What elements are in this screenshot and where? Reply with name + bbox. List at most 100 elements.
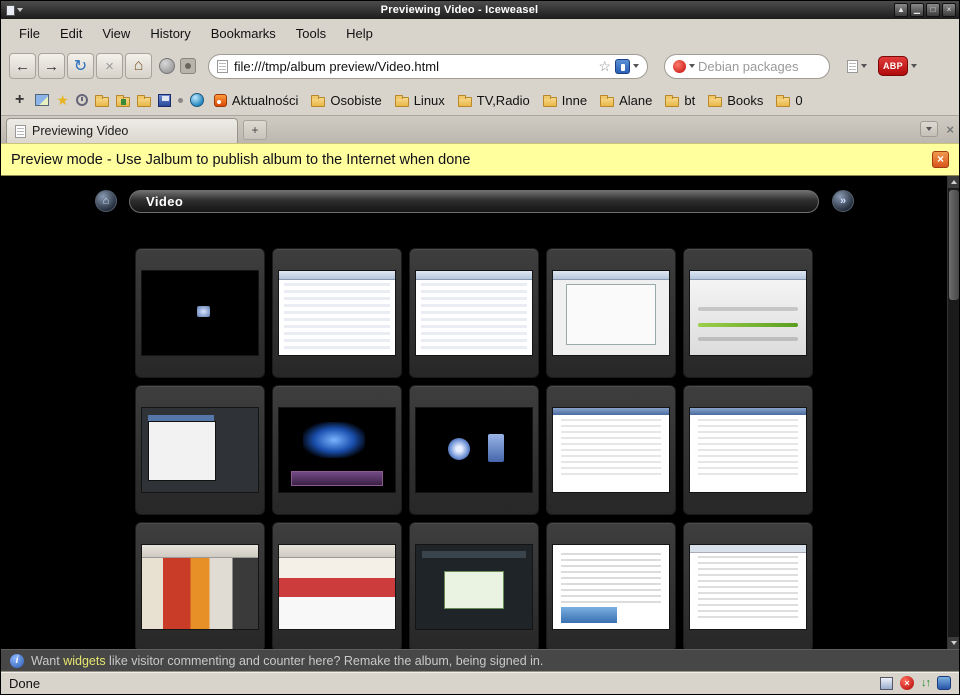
close-tab-button[interactable]: × [946,123,954,136]
notification-text: Preview mode - Use Jalbum to publish alb… [11,152,470,168]
thumbnail[interactable] [683,522,813,649]
bookmark-star-icon[interactable]: ☆ [598,58,611,75]
window-menu-icon[interactable] [4,4,25,17]
statusbar-block-icon[interactable]: × [900,676,914,690]
folder-icon [395,97,409,107]
search-engine-dropdown-icon[interactable] [689,64,695,68]
gallery-icon[interactable] [35,94,49,106]
statusbar-extension-icon[interactable] [937,676,951,690]
document-icon [847,60,858,73]
bookmark-item-osobiste[interactable]: Osobiste [308,91,384,110]
menu-view[interactable]: View [92,21,140,46]
extension-button-2-icon[interactable] [180,58,196,74]
thumbnail[interactable] [135,385,265,515]
bookmark-item-linux[interactable]: Linux [392,91,448,110]
folder-icon [600,97,614,107]
bookmark-item-0[interactable]: 0 [773,91,805,110]
scroll-down-icon[interactable] [948,637,960,649]
statusbar-page-icon[interactable] [880,677,893,690]
history-icon[interactable] [76,94,88,106]
thumbnail[interactable] [546,248,676,378]
thumbnail[interactable] [409,385,539,515]
thumbnail[interactable] [409,248,539,378]
thumbnail[interactable] [683,385,813,515]
folder-icon [543,97,557,107]
thumbnail[interactable] [272,248,402,378]
scrollbar-thumb[interactable] [949,190,959,300]
new-tab-button[interactable]: + [243,120,267,140]
bookmark-item-bt[interactable]: bt [662,91,698,110]
url-bar[interactable]: file:///tmp/album preview/Video.html ☆ [208,54,648,79]
notification-close-button[interactable]: × [932,151,949,168]
stop-button[interactable]: × [96,53,123,79]
globe-icon[interactable] [190,93,204,107]
thumbnail[interactable] [546,385,676,515]
scroll-up-icon[interactable] [948,176,960,188]
close-button[interactable]: × [942,3,956,17]
bookmark-item-tv-radio[interactable]: TV,Radio [455,91,533,110]
window-title: Previewing Video - Iceweasel [25,4,894,16]
adblock-plus-button[interactable]: ABP [878,56,917,76]
bookmarks-toolbar: + ★ Aktualności Osobiste Linux TV,Radio … [1,85,959,115]
extension-button-icon[interactable] [159,58,175,74]
statusbar-transfer-icon[interactable]: ↓↑ [921,677,930,689]
url-dropdown-icon[interactable] [633,64,639,68]
reload-button[interactable]: ↻ [67,53,94,79]
thumbnail[interactable] [683,248,813,378]
thumbnail-image [279,271,395,355]
shade-button[interactable]: ▲ [894,3,908,17]
save-page-button[interactable] [844,57,870,76]
site-identity-icon[interactable] [615,59,630,74]
menu-edit[interactable]: Edit [50,21,92,46]
menubar: File Edit View History Bookmarks Tools H… [1,19,959,47]
tab-previewing-video[interactable]: Previewing Video [6,118,238,143]
album-index-button[interactable]: ⌂ [95,190,117,212]
thumbnail-image [142,408,258,492]
thumbnail[interactable] [546,522,676,649]
upload-folder-icon[interactable] [116,97,130,107]
search-engine-icon[interactable] [673,60,686,73]
album-footer-bar: i Want widgets like visitor commenting a… [1,649,959,671]
page-scrollbar[interactable] [947,176,959,649]
bookmark-label: Inne [562,93,587,108]
folder-icon [708,97,722,107]
feed-icon [214,94,227,107]
window-controls: ▲ ▁ □ × [894,3,956,17]
info-icon: i [10,654,24,668]
folder-icon[interactable] [137,97,151,107]
search-input[interactable]: Debian packages [698,59,798,74]
forward-button[interactable]: → [38,53,65,79]
tab-favicon-icon [15,125,26,138]
thumbnail[interactable] [272,522,402,649]
bookmark-item-books[interactable]: Books [705,91,766,110]
minimize-button[interactable]: ▁ [910,3,924,17]
add-bookmark-icon[interactable]: + [11,91,28,109]
maximize-button[interactable]: □ [926,3,940,17]
menu-file[interactable]: File [9,21,50,46]
home-button[interactable]: ⌂ [125,53,152,79]
album-next-button[interactable]: » [832,190,854,212]
menu-help[interactable]: Help [336,21,383,46]
thumbnail[interactable] [272,385,402,515]
menu-tools[interactable]: Tools [286,21,336,46]
bookmark-item-aktualnosci[interactable]: Aktualności [211,91,301,110]
folder-icon[interactable] [95,97,109,107]
list-all-tabs-button[interactable] [920,121,938,137]
bookmark-item-inne[interactable]: Inne [540,91,590,110]
search-bar[interactable]: Debian packages [664,54,830,79]
tab-bar-controls: × [920,121,954,143]
save-icon[interactable] [158,94,171,107]
star-icon[interactable]: ★ [56,92,69,109]
back-button[interactable]: ← [9,53,36,79]
folder-icon [458,97,472,107]
bookmark-item-alane[interactable]: Alane [597,91,655,110]
widgets-link[interactable]: widgets [63,654,105,668]
thumbnail[interactable] [135,248,265,378]
tab-label: Previewing Video [32,124,128,138]
thumbnail[interactable] [409,522,539,649]
thumbnail-image [690,271,806,355]
url-text[interactable]: file:///tmp/album preview/Video.html [234,59,594,74]
menu-bookmarks[interactable]: Bookmarks [201,21,286,46]
menu-history[interactable]: History [140,21,200,46]
thumbnail[interactable] [135,522,265,649]
